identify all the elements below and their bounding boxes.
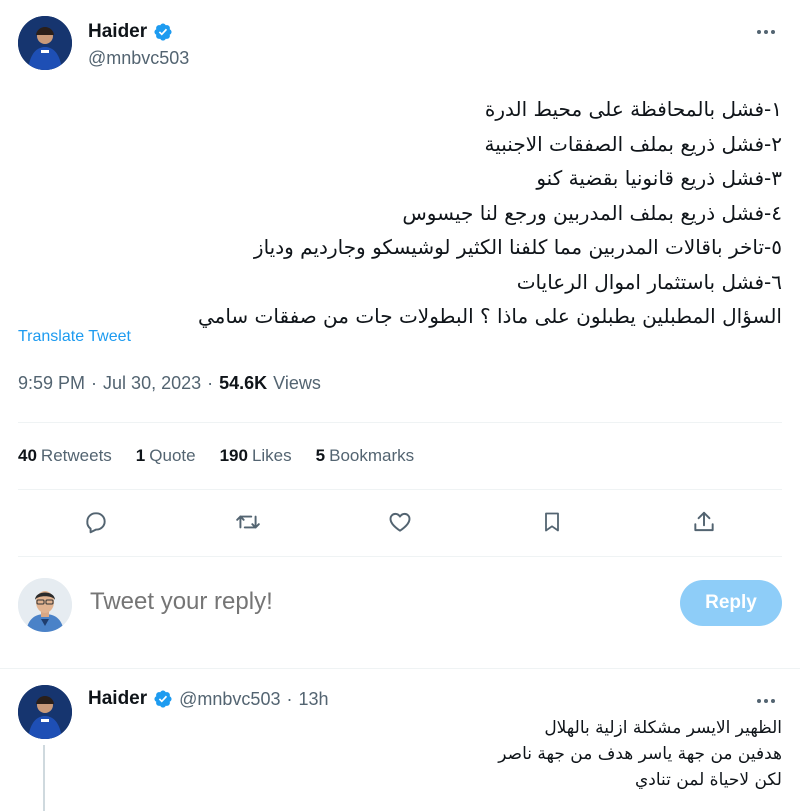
reply-button[interactable]: Reply bbox=[680, 580, 782, 626]
reply-author-handle[interactable]: @mnbvc503 bbox=[179, 689, 280, 710]
reply-author-avatar[interactable] bbox=[18, 685, 72, 739]
tweet-action-bar bbox=[18, 500, 782, 544]
tweet-line: ٣-فشل ذريع قانونيا بقضية كنو bbox=[536, 166, 782, 190]
tweet-line: ٦-فشل باستثمار اموال الرعايات bbox=[516, 269, 782, 294]
tweet-time[interactable]: 9:59 PM bbox=[18, 373, 85, 394]
divider bbox=[18, 489, 782, 490]
meta-separator: · bbox=[91, 373, 98, 393]
meta-separator: · bbox=[286, 688, 293, 709]
author-display-name[interactable]: Haider bbox=[88, 21, 147, 43]
more-options-icon[interactable] bbox=[750, 20, 782, 44]
author-avatar[interactable] bbox=[18, 16, 72, 70]
tweet-line: ٤-فشل ذريع بملف المدربين ورجع لنا جيسوس bbox=[402, 200, 782, 225]
reply-icon[interactable] bbox=[82, 508, 110, 536]
divider bbox=[0, 668, 800, 669]
reply-line: هدفين من جهة ياسر هدف من جهة ناصر bbox=[498, 744, 782, 764]
reply-line: الظهير الايسر مشكلة ازلية بالهلال bbox=[544, 718, 782, 738]
views-count: 54.6K bbox=[219, 373, 268, 393]
reply-line: لكن لاحياة لمن تنادي bbox=[634, 770, 782, 790]
divider bbox=[18, 422, 782, 423]
verified-badge-icon bbox=[153, 689, 173, 709]
tweet-line: ٢-فشل ذريع بملف الصفقات الاجنبية bbox=[484, 131, 782, 156]
tweet-stats: 40 Retweets 1 Quote 190 Likes 5 Bookmarks bbox=[18, 446, 438, 466]
more-options-icon[interactable] bbox=[750, 689, 782, 713]
divider bbox=[18, 556, 782, 557]
quotes-stat[interactable]: 1 Quote bbox=[136, 446, 196, 466]
retweets-stat[interactable]: 40 Retweets bbox=[18, 446, 112, 466]
meta-separator: · bbox=[207, 373, 214, 393]
reply-author-name[interactable]: Haider bbox=[88, 688, 147, 710]
tweet-meta: 9:59 PM · Jul 30, 2023 · 54.6K Views bbox=[18, 373, 321, 394]
views-label: Views bbox=[273, 373, 321, 393]
reply-header: Haider @mnbvc503 · 13h bbox=[88, 687, 329, 711]
heart-icon[interactable] bbox=[386, 508, 414, 536]
current-user-avatar[interactable] bbox=[18, 578, 72, 632]
tweet-line: ١-فشل بالمحافظة على محيط الدرة bbox=[484, 97, 782, 121]
bookmark-icon[interactable] bbox=[538, 508, 566, 536]
author-handle[interactable]: @mnbvc503 bbox=[88, 48, 189, 69]
retweet-icon[interactable] bbox=[234, 508, 262, 536]
tweet-line: ٥-تاخر باقالات المدربين مما كلفنا الكثير… bbox=[253, 235, 782, 259]
reply-composer: Reply bbox=[18, 576, 782, 638]
author-names: Haider @mnbvc503 bbox=[88, 20, 189, 69]
reply-input[interactable] bbox=[90, 588, 650, 616]
tweet-date[interactable]: Jul 30, 2023 bbox=[103, 373, 201, 394]
tweet-body: ١-فشل بالمحافظة على محيط الدرة ٢-فشل ذري… bbox=[12, 92, 782, 334]
tweet-header: Haider @mnbvc503 bbox=[18, 16, 782, 72]
reply-body: الظهير الايسر مشكلة ازلية بالهلال هدفين … bbox=[92, 715, 782, 793]
thread-line bbox=[43, 745, 45, 811]
bookmarks-stat[interactable]: 5 Bookmarks bbox=[316, 446, 415, 466]
translate-tweet-link[interactable]: Translate Tweet bbox=[18, 328, 131, 346]
share-icon[interactable] bbox=[690, 508, 718, 536]
likes-stat[interactable]: 190 Likes bbox=[220, 446, 292, 466]
reply-tweet[interactable]: Haider @mnbvc503 · 13h الظهير الايسر مشك… bbox=[18, 685, 782, 811]
reply-age[interactable]: 13h bbox=[298, 689, 328, 710]
verified-badge-icon bbox=[153, 22, 173, 42]
